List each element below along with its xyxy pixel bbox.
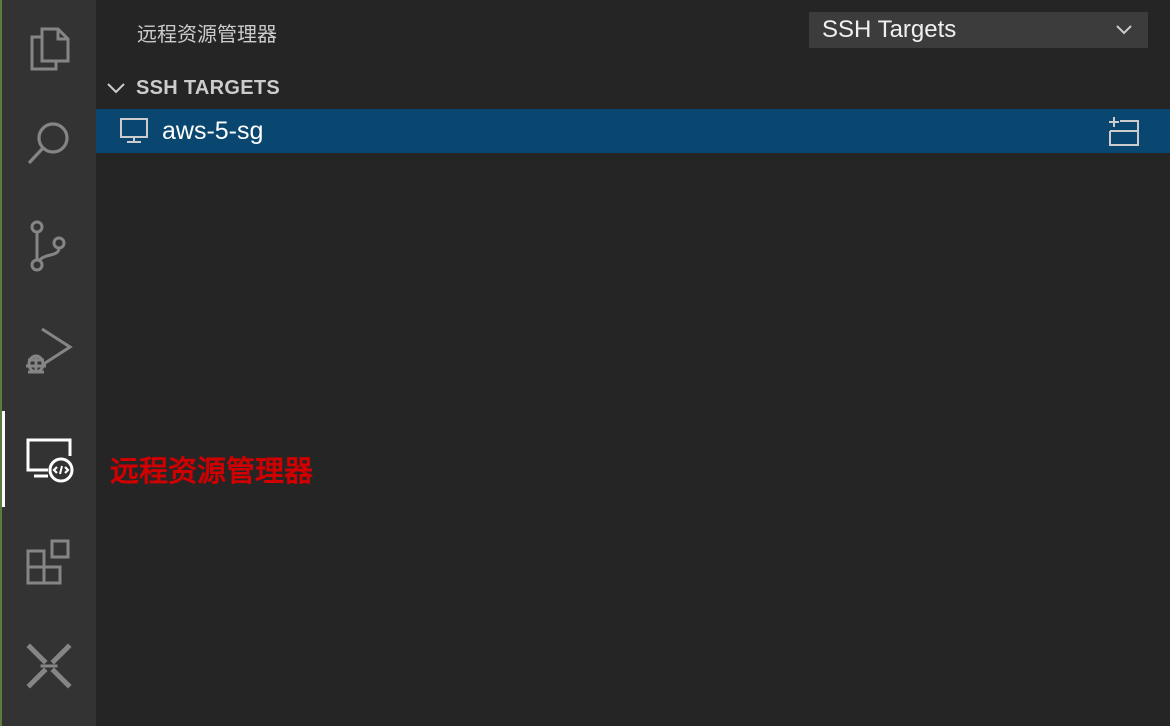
- open-in-new-window-icon[interactable]: [1108, 117, 1140, 147]
- chevron-down-icon: [107, 83, 125, 94]
- tools-icon: [26, 643, 72, 689]
- view-select-dropdown[interactable]: SSH Targets: [809, 12, 1148, 48]
- sidebar: 远程资源管理器 SSH Targets SSH TARGETS aws-5-sg: [96, 0, 1170, 726]
- activity-run-debug[interactable]: [2, 302, 96, 398]
- activity-explorer[interactable]: [2, 0, 96, 96]
- activity-remote-explorer[interactable]: [2, 411, 96, 507]
- extensions-icon: [26, 539, 70, 585]
- sidebar-title: 远程资源管理器: [137, 22, 277, 46]
- ssh-target-row[interactable]: aws-5-sg: [96, 109, 1170, 153]
- source-control-icon: [30, 220, 66, 272]
- view-select-value: SSH Targets: [822, 16, 957, 43]
- activity-bar: [2, 0, 96, 726]
- activity-search[interactable]: [2, 96, 96, 192]
- monitor-icon: [120, 118, 148, 143]
- files-icon: [30, 27, 70, 71]
- run-debug-icon: [26, 327, 73, 374]
- ssh-target-label: aws-5-sg: [162, 116, 264, 145]
- section-title: SSH TARGETS: [136, 76, 281, 99]
- activity-source-control[interactable]: [2, 198, 96, 294]
- ssh-targets-section-header[interactable]: SSH TARGETS: [96, 70, 1170, 106]
- chevron-down-icon: [1116, 25, 1132, 35]
- search-icon: [27, 122, 69, 165]
- activity-extensions[interactable]: [2, 516, 96, 612]
- remote-explorer-icon: [26, 438, 74, 483]
- activity-tools[interactable]: [2, 618, 96, 714]
- annotation-label: 远程资源管理器: [110, 454, 314, 488]
